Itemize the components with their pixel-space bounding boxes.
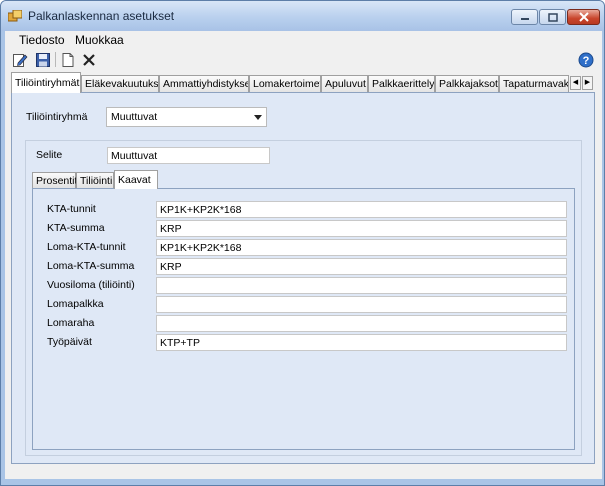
- formula-label: KTA-summa: [47, 222, 105, 234]
- menu-bar: Tiedosto Muokkaa: [5, 31, 602, 50]
- group-details-panel: Selite Muuttuvat Prosentit Tiliöinti Kaa…: [25, 140, 582, 456]
- formula-input[interactable]: KRP: [156, 258, 567, 275]
- help-icon[interactable]: ?: [578, 52, 594, 68]
- subtab-prosentit[interactable]: Prosentit: [32, 172, 77, 188]
- tab-tilointiryhmat[interactable]: Tiliöintiryhmät: [11, 72, 81, 93]
- menu-muokkaa[interactable]: Muokkaa: [75, 33, 124, 47]
- formula-input[interactable]: [156, 315, 567, 332]
- formula-input[interactable]: KRP: [156, 220, 567, 237]
- tab-palkkajaksot[interactable]: Palkkajaksot: [435, 75, 499, 92]
- toolbar-separator: [55, 52, 56, 67]
- formula-label: KTA-tunnit: [47, 203, 96, 215]
- group-select-value: Muuttuvat: [111, 111, 158, 123]
- formula-input[interactable]: KP1K+KP2K*168: [156, 239, 567, 256]
- formula-input[interactable]: [156, 296, 567, 313]
- chevron-right-icon: ▶: [584, 79, 591, 86]
- description-label: Selite: [36, 149, 63, 161]
- close-button[interactable]: [567, 9, 600, 25]
- tab-apuluvut[interactable]: Apuluvut: [321, 75, 368, 92]
- formula-label: Lomaraha: [47, 317, 95, 329]
- tab-palkkaerittely[interactable]: Palkkaerittely: [368, 75, 435, 92]
- formula-input[interactable]: [156, 277, 567, 294]
- close-icon: [578, 12, 589, 22]
- maximize-icon: [547, 12, 558, 22]
- toolbar: ?: [5, 50, 602, 70]
- tab-strip: Eläkevakuutukset Ammattiyhdistykset Loma…: [11, 72, 597, 93]
- tab-scroll-left-button[interactable]: ◀: [570, 76, 581, 90]
- tab-tapaturmavakuutus[interactable]: Tapaturmavakuu: [499, 75, 569, 92]
- tab-scroll-right-button[interactable]: ▶: [582, 76, 593, 90]
- save-icon[interactable]: [35, 52, 51, 68]
- app-icon: [8, 10, 22, 22]
- title-bar[interactable]: Palkanlaskennan asetukset: [1, 1, 604, 31]
- chevron-down-icon[interactable]: [254, 115, 262, 120]
- formula-label: Loma-KTA-tunnit: [47, 241, 126, 253]
- formula-input[interactable]: KP1K+KP2K*168: [156, 201, 567, 218]
- tab-ammattiyhdistykset[interactable]: Ammattiyhdistykset: [159, 75, 249, 92]
- minimize-button[interactable]: [511, 9, 538, 25]
- formulas-panel: KTA-tunnit KP1K+KP2K*168 KTA-summa KRP L…: [32, 188, 575, 450]
- menu-tiedosto[interactable]: Tiedosto: [19, 33, 65, 47]
- minimize-icon: [520, 18, 529, 20]
- description-input[interactable]: Muuttuvat: [107, 147, 270, 164]
- formula-label: Loma-KTA-summa: [47, 260, 135, 272]
- group-label: Tiliöintiryhmä: [26, 111, 88, 123]
- svg-text:?: ?: [583, 55, 590, 67]
- new-document-icon[interactable]: [60, 52, 76, 68]
- tab-panel-tilointiryhmat: Tiliöintiryhmä Muuttuvat Selite Muuttuva…: [11, 92, 595, 464]
- formula-label: Työpäivät: [47, 336, 92, 348]
- edit-icon[interactable]: [12, 52, 28, 68]
- tab-lomakertoimet[interactable]: Lomakertoimet: [249, 75, 321, 92]
- maximize-button[interactable]: [539, 9, 566, 25]
- group-select[interactable]: Muuttuvat: [106, 107, 267, 127]
- main-area: Eläkevakuutukset Ammattiyhdistykset Loma…: [5, 70, 602, 479]
- chevron-left-icon: ◀: [572, 79, 579, 86]
- delete-icon[interactable]: [81, 52, 97, 68]
- formula-label: Vuosiloma (tiliöinti): [47, 279, 135, 291]
- formula-input[interactable]: KTP+TP: [156, 334, 567, 351]
- subtab-kaavat[interactable]: Kaavat: [114, 170, 158, 189]
- formula-label: Lomapalkka: [47, 298, 104, 310]
- settings-window: Palkanlaskennan asetukset Tiedosto Muokk…: [0, 0, 605, 486]
- subtab-tiliointi[interactable]: Tiliöinti: [76, 172, 114, 188]
- window-title: Palkanlaskennan asetukset: [28, 9, 175, 23]
- tab-elakevakuutukset[interactable]: Eläkevakuutukset: [81, 75, 159, 92]
